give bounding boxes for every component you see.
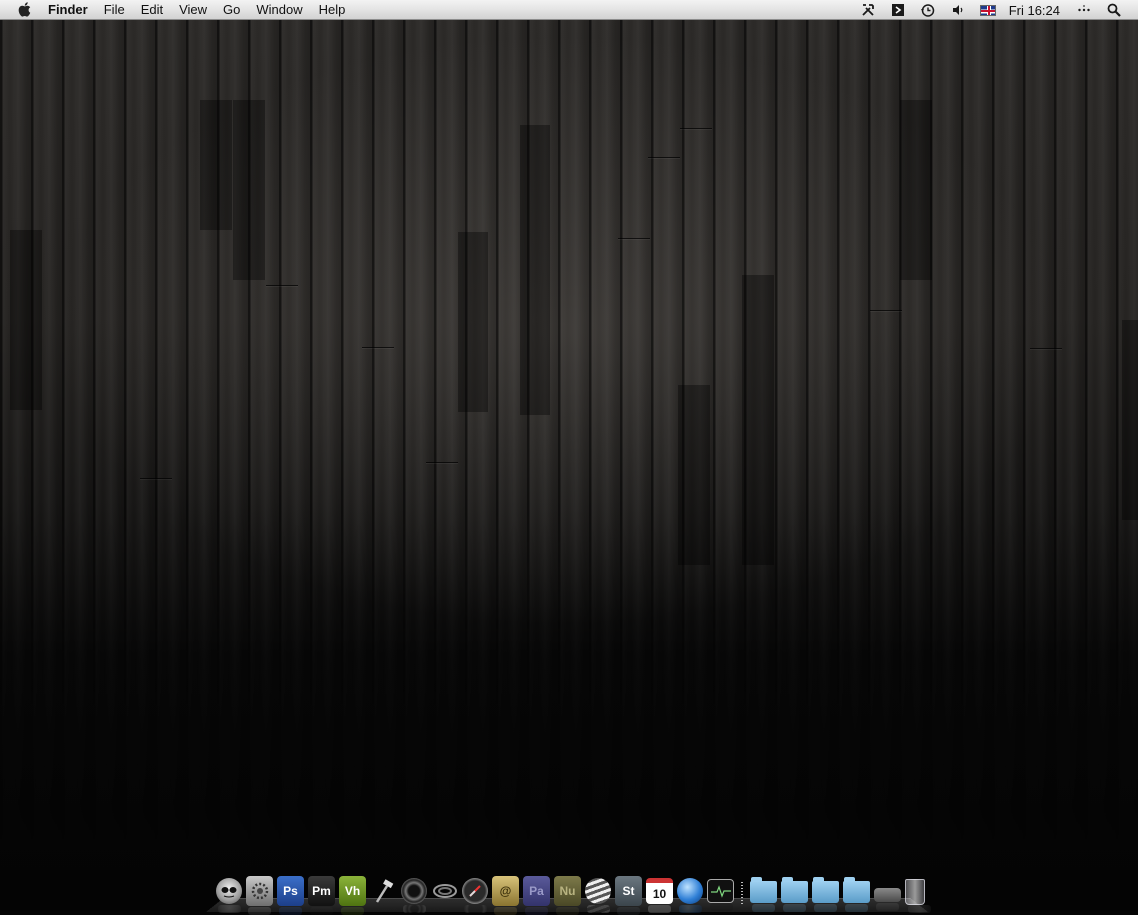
apple-logo-icon[interactable]: [14, 0, 34, 20]
pm-app-icon[interactable]: Pm: [308, 876, 335, 915]
menu-help[interactable]: Help: [311, 0, 354, 20]
folder-stacks-icon[interactable]: [843, 877, 870, 912]
menu-view[interactable]: View: [171, 0, 215, 20]
menu-clock[interactable]: Fri 16:24: [1003, 3, 1069, 18]
menu-app-finder[interactable]: Finder: [46, 0, 96, 20]
safari-globe-icon[interactable]: [677, 878, 703, 913]
volume-icon[interactable]: [950, 2, 966, 18]
hammer-icon[interactable]: [370, 876, 397, 906]
more-icon[interactable]: [1076, 2, 1092, 18]
trash-icon[interactable]: [905, 879, 931, 913]
pa-app-icon[interactable]: Pa: [523, 876, 550, 915]
calendar-icon[interactable]: 10: [646, 878, 673, 913]
menu-bar: Finder File Edit View Go Window Help Fri…: [0, 0, 1138, 20]
photoshop-icon[interactable]: Ps: [277, 876, 304, 915]
system-preferences-icon[interactable]: [246, 876, 273, 915]
drive-icon[interactable]: [874, 888, 901, 911]
calendar-date: 10: [652, 886, 667, 901]
coil-icon[interactable]: [431, 876, 458, 906]
menu-file[interactable]: File: [96, 0, 133, 20]
nu-app-icon[interactable]: Nu: [554, 876, 581, 915]
globe-app-icon[interactable]: [585, 878, 611, 913]
uk-flag-icon[interactable]: [979, 4, 996, 16]
desktop-wallpaper: [0, 0, 1138, 911]
dock-separator: [741, 882, 743, 904]
menu-edit[interactable]: Edit: [133, 0, 171, 20]
activity-monitor-icon[interactable]: [707, 879, 734, 911]
time-machine-icon[interactable]: [920, 2, 936, 18]
compass-icon[interactable]: [462, 878, 488, 913]
menu-window[interactable]: Window: [248, 0, 310, 20]
status-area: Fri 16:24: [853, 0, 1138, 20]
wood-plank-texture: [0, 20, 1138, 911]
folder-downloads-icon[interactable]: [750, 877, 777, 912]
vh-app-icon[interactable]: Vh: [339, 876, 366, 915]
mail-icon[interactable]: @: [492, 876, 519, 915]
tools-icon[interactable]: [860, 2, 876, 18]
folder-applications-icon[interactable]: [812, 877, 839, 912]
script-icon[interactable]: [890, 2, 906, 18]
dock: Ps Pm Vh @ Pa Nu St 10: [206, 870, 931, 915]
camera-lens-icon[interactable]: [401, 878, 427, 913]
folder-documents-icon[interactable]: [781, 877, 808, 912]
spotlight-search-icon[interactable]: [1106, 2, 1122, 18]
st-app-icon[interactable]: St: [615, 876, 642, 915]
skull-app-icon[interactable]: [216, 878, 242, 913]
menu-go[interactable]: Go: [215, 0, 248, 20]
